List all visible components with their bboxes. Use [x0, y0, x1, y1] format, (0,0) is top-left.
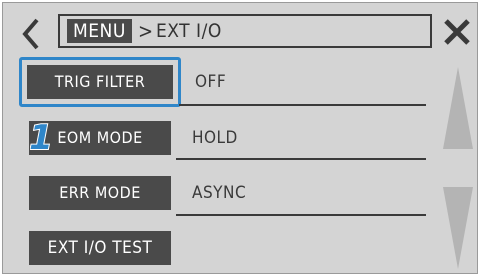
breadcrumb-separator: >	[138, 19, 154, 43]
back-button[interactable]	[17, 16, 45, 52]
scroll-down-button[interactable]	[441, 183, 475, 273]
chevron-left-icon	[22, 18, 39, 50]
callout-badge: 1	[30, 119, 52, 155]
eom-mode-underline	[176, 158, 426, 160]
triangle-down-icon	[443, 187, 473, 269]
close-x-icon	[444, 19, 470, 45]
triangle-up-icon	[443, 67, 473, 149]
trig-filter-value: OFF	[195, 72, 227, 92]
breadcrumb-menu-link[interactable]: MENU	[67, 19, 132, 43]
trig-filter-underline	[179, 104, 426, 106]
ext-io-test-button[interactable]: EXT I/O TEST	[29, 231, 171, 265]
eom-mode-value: HOLD	[192, 128, 238, 148]
breadcrumb: MENU > EXT I/O	[58, 14, 432, 48]
trig-filter-button[interactable]: TRIG FILTER	[27, 65, 173, 99]
err-mode-value: ASYNC	[192, 183, 247, 203]
close-button[interactable]	[442, 17, 472, 47]
scroll-up-button[interactable]	[441, 63, 475, 153]
callout-number: 1	[30, 119, 52, 155]
ext-io-screen: MENU > EXT I/O TRIG FILTER OFF EOM MODE …	[2, 2, 478, 274]
err-mode-underline	[176, 214, 426, 216]
page-title: EXT I/O	[156, 20, 222, 42]
err-mode-button[interactable]: ERR MODE	[29, 176, 171, 210]
